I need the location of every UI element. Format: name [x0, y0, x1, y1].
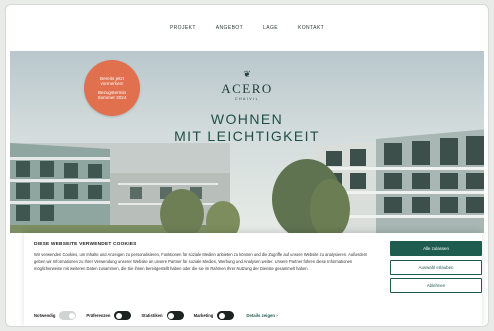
toggle-switch-praeferenzen[interactable] — [114, 311, 132, 320]
nav-link-lage[interactable]: LAGE — [263, 25, 278, 31]
cookie-title: DIESE WEBSEITE VERWENDET COOKIES — [34, 242, 137, 247]
badge-line-4: Sommer 2024 — [97, 94, 127, 100]
chevron-right-icon: › — [276, 313, 278, 318]
tree-illustration — [206, 201, 240, 233]
allow-selection-button[interactable]: Auswahl erlauben — [390, 260, 482, 275]
cookie-category-toggles: Notwendig Präferenzen Statistiken Market… — [34, 311, 278, 320]
brand-subtitle: CHAIVIL — [234, 97, 260, 101]
toggle-group-marketing: Marketing — [194, 311, 235, 320]
top-navigation: PROJEKT ANGEBOT LAGE KONTAKT — [6, 25, 488, 31]
nav-link-angebot[interactable]: ANGEBOT — [216, 25, 243, 31]
brand-logo: ❦ ACERO CHAIVIL WOHNEN MIT LEICHTIGKEIT — [10, 69, 484, 145]
brand-name: ACERO — [221, 81, 273, 96]
allow-all-button[interactable]: Alle zulassen — [390, 241, 482, 256]
hero-image: ❦ ACERO CHAIVIL WOHNEN MIT LEICHTIGKEIT — [10, 51, 484, 233]
nav-link-kontakt[interactable]: KONTAKT — [298, 25, 324, 31]
cookie-consent-banner: DIESE WEBSEITE VERWENDET COOKIES Wir ver… — [24, 233, 482, 326]
badge-line-2: vormerken! — [100, 81, 124, 87]
nav-link-projekt[interactable]: PROJEKT — [170, 25, 196, 31]
tree-illustration — [310, 179, 350, 233]
toggle-switch-statistiken[interactable] — [166, 311, 184, 320]
toggle-label: Präferenzen — [86, 313, 111, 318]
tree-illustration — [160, 189, 204, 233]
leaf-logo-icon: ❦ — [243, 69, 251, 79]
toggle-switch-notwendig[interactable] — [59, 311, 77, 320]
details-link[interactable]: Details zeigen › — [246, 313, 277, 318]
toggle-group-praeferenzen: Präferenzen — [86, 311, 132, 320]
toggle-label: Marketing — [193, 313, 214, 318]
toggle-label: Notwendig — [34, 313, 56, 318]
toggle-label: Statistiken — [141, 313, 163, 318]
toggle-group-notwendig: Notwendig — [34, 311, 77, 320]
cookie-description: Wir verwenden Cookies, um Inhalte und An… — [34, 252, 368, 271]
toggle-switch-marketing[interactable] — [217, 311, 235, 320]
headline-line-2: MIT LEICHTIGKEIT — [174, 128, 320, 144]
details-label: Details zeigen — [246, 313, 276, 318]
hero-headline: WOHNEN MIT LEICHTIGKEIT — [10, 111, 484, 145]
toggle-group-statistiken: Statistiken — [141, 311, 184, 320]
promo-badge: Bereits jetzt vormerken! Bezugstermin So… — [84, 60, 140, 116]
decline-button[interactable]: Ablehnen — [390, 278, 482, 293]
page-frame: PROJEKT ANGEBOT LAGE KONTAKT ❦ ACERO CHA… — [5, 4, 489, 327]
headline-line-1: WOHNEN — [210, 111, 284, 127]
